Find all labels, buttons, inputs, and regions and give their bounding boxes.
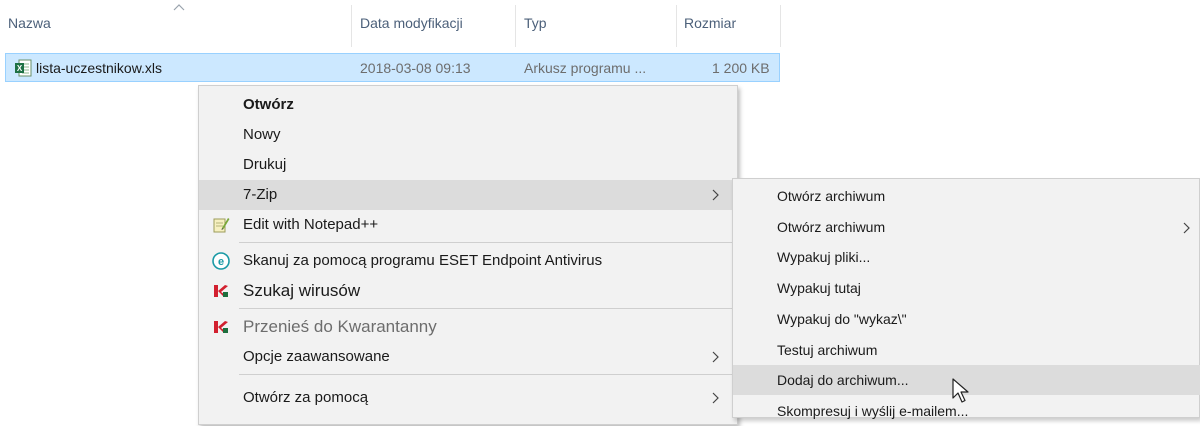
menu-item-7zip[interactable]: 7-Zip <box>199 180 739 210</box>
menu-item-label: Otwórz za pomocą <box>243 389 369 406</box>
menu-item-label: Skanuj za pomocą programu ESET Endpoint … <box>243 252 603 269</box>
column-type[interactable]: Typ <box>524 15 547 31</box>
eset-icon: e <box>212 252 230 270</box>
kaspersky-icon <box>214 285 228 297</box>
menu-item-label: Edit with Notepad++ <box>243 216 379 233</box>
menu-item-notepadpp[interactable]: Edit with Notepad++ <box>199 210 739 240</box>
menu-separator <box>239 308 737 309</box>
file-size: 1 200 KB <box>712 60 770 76</box>
menu-item-label: Drukuj <box>243 156 287 173</box>
menu-item-print[interactable]: Drukuj <box>199 150 739 180</box>
column-size[interactable]: Rozmiar <box>684 15 736 31</box>
submenu-item-extract-here[interactable]: Wypakuj tutaj <box>733 273 1200 303</box>
menu-item-label: 7-Zip <box>243 186 278 203</box>
column-divider[interactable] <box>676 5 677 47</box>
mouse-cursor-icon <box>952 378 969 403</box>
column-divider[interactable] <box>351 5 352 47</box>
submenu-item-label: Testuj archiwum <box>777 342 878 358</box>
submenu-item-label: Otwórz archiwum <box>777 219 886 235</box>
excel-file-icon: X <box>15 59 32 77</box>
menu-item-label: Opcje zaawansowane <box>243 348 390 365</box>
menu-item-eset-scan[interactable]: e Skanuj za pomocą programu ESET Endpoin… <box>199 246 739 276</box>
menu-item-quarantine[interactable]: Przenieś do Kwarantanny <box>199 312 739 342</box>
column-date-modified[interactable]: Data modyfikacji <box>360 15 463 31</box>
submenu-item-label: Wypakuj pliki... <box>777 249 871 265</box>
menu-item-label: Przenieś do Kwarantanny <box>243 317 437 336</box>
menu-item-scan-viruses[interactable]: Szukaj wirusów <box>199 276 739 306</box>
submenu-item-label: Wypakuj do "wykaz\" <box>777 311 907 327</box>
submenu-item-label: Skompresuj i wyślij e-mailem... <box>777 403 969 419</box>
chevron-right-icon <box>712 189 719 201</box>
svg-text:e: e <box>218 256 224 268</box>
kaspersky-icon <box>214 321 228 333</box>
menu-item-open-with[interactable]: Otwórz za pomocą <box>199 383 739 413</box>
context-menu: Otwórz Nowy Drukuj 7-Zip Edit with Notep… <box>198 85 739 425</box>
menu-item-label: Nowy <box>243 126 281 143</box>
menu-item-advanced-options[interactable]: Opcje zaawansowane <box>199 342 739 372</box>
notepadpp-icon <box>213 218 230 233</box>
submenu-item-label: Otwórz archiwum <box>777 188 886 204</box>
menu-item-open[interactable]: Otwórz <box>199 90 739 120</box>
submenu-item-open-archive-more[interactable]: Otwórz archiwum <box>733 212 1200 242</box>
chevron-right-icon <box>712 392 719 404</box>
file-modified: 2018-03-08 09:13 <box>360 60 471 76</box>
file-row-selected[interactable]: X lista-uczestnikow.xls 2018-03-08 09:13… <box>5 53 780 82</box>
column-divider[interactable] <box>780 5 781 47</box>
submenu-item-test-archive[interactable]: Testuj archiwum <box>733 335 1200 365</box>
submenu-item-label: Dodaj do archiwum... <box>777 372 909 388</box>
submenu-item-extract-to[interactable]: Wypakuj do "wykaz\" <box>733 304 1200 334</box>
file-type: Arkusz programu ... <box>524 60 647 76</box>
column-divider[interactable] <box>515 5 516 47</box>
submenu-item-open-archive[interactable]: Otwórz archiwum <box>733 181 1200 211</box>
menu-item-label: Otwórz <box>243 96 294 113</box>
file-name: lista-uczestnikow.xls <box>36 60 163 76</box>
chevron-right-icon <box>712 351 719 363</box>
explorer-column-header: Nazwa Data modyfikacji Typ Rozmiar <box>0 0 1200 50</box>
menu-separator <box>239 242 737 243</box>
menu-item-label: Szukaj wirusów <box>243 281 361 300</box>
menu-separator <box>239 374 737 375</box>
column-name[interactable]: Nazwa <box>8 15 51 31</box>
chevron-right-icon <box>1183 222 1190 234</box>
svg-text:X: X <box>17 64 23 73</box>
chevron-up-icon[interactable] <box>172 2 186 12</box>
submenu-item-label: Wypakuj tutaj <box>777 280 861 296</box>
menu-item-new[interactable]: Nowy <box>199 120 739 150</box>
submenu-item-extract-files[interactable]: Wypakuj pliki... <box>733 242 1200 272</box>
